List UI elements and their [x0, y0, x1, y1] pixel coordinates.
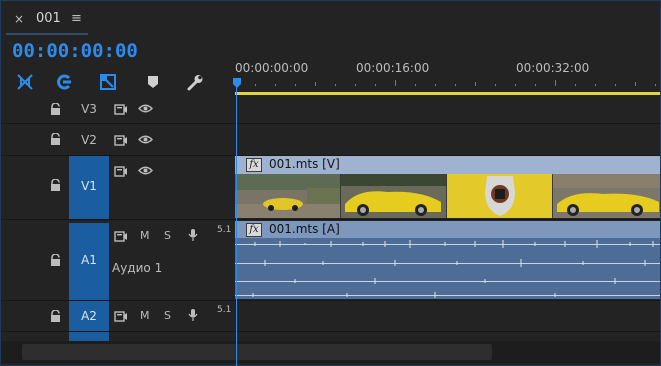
wrench-icon[interactable]: [184, 72, 206, 92]
mute-button[interactable]: M: [140, 309, 150, 322]
close-tab-icon[interactable]: ×: [14, 12, 24, 26]
thumbnail-frame: [235, 174, 341, 218]
track-label-a1[interactable]: A1: [69, 253, 109, 267]
playhead-timecode[interactable]: 00:00:00:00: [12, 40, 138, 62]
eye-icon[interactable]: [138, 103, 153, 114]
clip-header: fx 001.mts [A]: [235, 221, 661, 238]
sync-lock-icon[interactable]: [114, 135, 128, 146]
sequence-tab[interactable]: × 001 ≡: [0, 0, 661, 36]
ruler-label: 00:00:00:00: [235, 61, 309, 75]
fx-badge[interactable]: fx: [246, 158, 262, 172]
ruler-label: 00:00:16:00: [356, 61, 430, 75]
source-patch-a3[interactable]: [69, 332, 109, 341]
time-ruler[interactable]: 00:00:00:00 00:00:16:00 00:00:32:00: [235, 58, 661, 96]
lock-icon[interactable]: [50, 133, 61, 145]
microphone-icon[interactable]: [188, 308, 198, 322]
clip-header: fx 001.mts [V]: [235, 156, 661, 174]
timeline-panel: × 001 ≡ 00:00:00:00 00:00:00:00 00:00:16…: [0, 0, 661, 366]
linked-selection-icon[interactable]: [54, 72, 76, 92]
track-label-v2[interactable]: V2: [69, 133, 109, 147]
eye-icon[interactable]: [138, 165, 153, 176]
snap-icon[interactable]: [14, 72, 36, 92]
track-label-v3[interactable]: V3: [69, 102, 109, 116]
scrollbar-thumb[interactable]: [22, 344, 492, 360]
ruler-label: 00:00:32:00: [516, 61, 590, 75]
audio-waveform: [235, 240, 661, 298]
work-area-bar[interactable]: [235, 92, 661, 95]
fx-badge[interactable]: fx: [246, 223, 262, 237]
channel-format-label: 5.1: [217, 305, 232, 315]
video-clip[interactable]: fx 001.mts [V]: [235, 156, 661, 218]
sync-lock-icon[interactable]: [114, 104, 128, 115]
sync-lock-icon[interactable]: [114, 166, 128, 177]
audio-clip[interactable]: fx 001.mts [A]: [235, 221, 661, 299]
lock-icon[interactable]: [50, 254, 61, 266]
track-header-a2: A2 M S 5.1: [0, 301, 235, 331]
thumbnail-frame: [447, 174, 553, 218]
track-header-v1: V1: [0, 156, 235, 219]
sync-lock-icon[interactable]: [114, 311, 128, 322]
track-name-a1[interactable]: Аудио 1: [112, 261, 162, 275]
track-header-v2: V2: [0, 124, 235, 155]
lock-icon[interactable]: [50, 103, 61, 115]
track-header-v3: V3: [0, 96, 235, 123]
track-header-a1: A1 M S 5.1 Аудио 1: [0, 220, 235, 300]
horizontal-scrollbar[interactable]: [0, 341, 661, 363]
solo-button[interactable]: S: [164, 229, 171, 242]
add-marker-icon[interactable]: [98, 72, 120, 92]
sequence-tab-title[interactable]: 001: [36, 11, 61, 26]
microphone-icon[interactable]: [188, 228, 198, 242]
thumbnail-frame: [341, 174, 447, 218]
eye-icon[interactable]: [138, 134, 153, 145]
sync-lock-icon[interactable]: [114, 231, 128, 242]
track-label-v1[interactable]: V1: [69, 179, 109, 193]
panel-menu-icon[interactable]: ≡: [71, 11, 82, 26]
lock-icon[interactable]: [50, 179, 61, 191]
active-tab-indicator: [6, 33, 88, 35]
clip-name: 001.mts [A]: [269, 222, 340, 236]
ruler-ticks: [235, 80, 656, 86]
channel-format-label: 5.1: [217, 225, 232, 235]
marker-icon[interactable]: [142, 72, 164, 92]
track-label-a2[interactable]: A2: [69, 309, 109, 323]
thumbnail-frame: [553, 174, 661, 218]
mute-button[interactable]: M: [140, 229, 150, 242]
solo-button[interactable]: S: [164, 309, 171, 322]
clip-thumbnails: [235, 174, 661, 218]
clip-name: 001.mts [V]: [269, 157, 340, 171]
playhead-line[interactable]: [236, 86, 237, 366]
lock-icon[interactable]: [50, 310, 61, 322]
